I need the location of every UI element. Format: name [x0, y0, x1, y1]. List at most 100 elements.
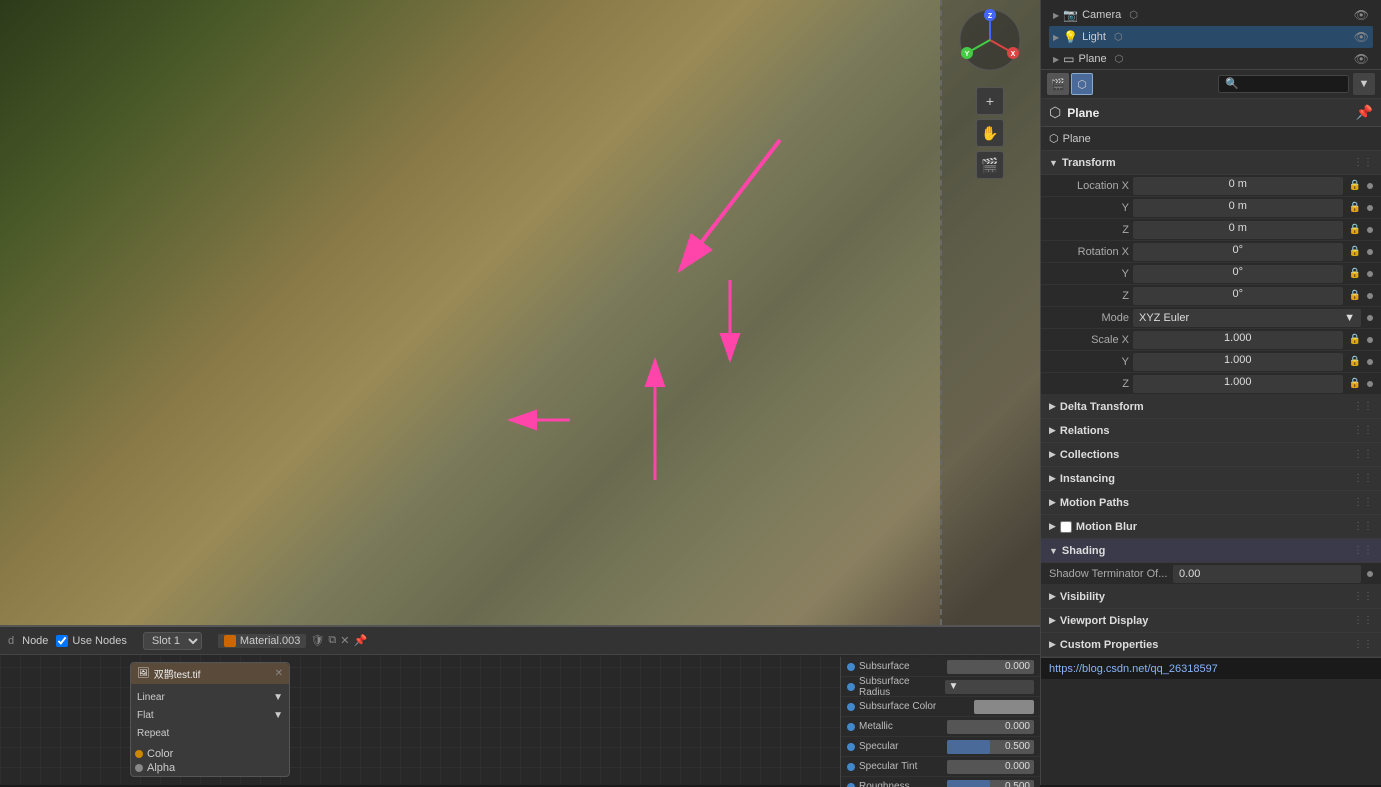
material-props-list: Subsurface0.000Subsurface Radius▼Subsurf… — [841, 657, 1040, 787]
properties-search[interactable] — [1218, 75, 1349, 93]
instancing-menu[interactable]: ⋮⋮ — [1353, 473, 1373, 484]
material-selector[interactable]: Material.003 — [218, 634, 307, 648]
transform-section-header[interactable]: ▼ Transform ⋮⋮ — [1041, 151, 1381, 175]
use-nodes-checkbox[interactable] — [56, 635, 68, 647]
location-x-lock[interactable]: 🔒 — [1349, 180, 1361, 191]
location-x-value[interactable]: 0 m — [1133, 177, 1343, 195]
tree-item-plane[interactable]: ▶ ▭ Plane ⬡ 👁 — [1049, 48, 1373, 70]
motion-blur-section[interactable]: ▶ Motion Blur ⋮⋮ — [1041, 515, 1381, 539]
properties-expand-icon[interactable]: ▼ — [1353, 73, 1375, 95]
scale-z-value[interactable]: 1.000 — [1133, 375, 1343, 393]
scale-y-value[interactable]: 1.000 — [1133, 353, 1343, 371]
mat-prop-bar-6[interactable]: 0.500 — [947, 780, 1035, 787]
props-render-icon[interactable]: 🎬 — [1047, 73, 1069, 95]
collections-section[interactable]: ▶ Collections ⋮⋮ — [1041, 443, 1381, 467]
camera-visibility-icon[interactable]: 👁 — [1354, 8, 1369, 22]
motion-paths-section[interactable]: ▶ Motion Paths ⋮⋮ — [1041, 491, 1381, 515]
viewport-display-section[interactable]: ▶ Viewport Display ⋮⋮ — [1041, 609, 1381, 633]
mat-prop-dropdown-1[interactable]: ▼ — [945, 680, 1035, 694]
scale-x-dot[interactable] — [1367, 337, 1373, 343]
mat-prop-bar-3[interactable]: 0.000 — [947, 720, 1035, 734]
slot-dropdown[interactable]: Slot 1 — [143, 632, 202, 650]
camera-view-button[interactable]: 🎬 — [976, 151, 1004, 179]
location-x-dot[interactable] — [1367, 183, 1373, 189]
texture-node-title: 双鹊test.tif — [154, 666, 201, 681]
rotation-mode-dropdown[interactable]: XYZ Euler ▼ — [1133, 309, 1361, 327]
instancing-section[interactable]: ▶ Instancing ⋮⋮ — [1041, 467, 1381, 491]
shading-menu[interactable]: ⋮⋮ — [1353, 545, 1373, 556]
add-view-button[interactable]: + — [976, 87, 1004, 115]
hand-tool-button[interactable]: ✋ — [976, 119, 1004, 147]
pin-material-icon[interactable]: 📌 — [353, 634, 367, 647]
location-y-dot[interactable] — [1367, 205, 1373, 211]
viewport-display-menu[interactable]: ⋮⋮ — [1353, 615, 1373, 626]
mat-prop-bar-4[interactable]: 0.500 — [947, 740, 1035, 754]
rotation-x-value[interactable]: 0° — [1133, 243, 1343, 261]
rotation-mode-dot[interactable] — [1367, 315, 1373, 321]
texture-node-close[interactable]: ✕ — [275, 668, 283, 679]
location-z-dot[interactable] — [1367, 227, 1373, 233]
texture-interp-arrow[interactable]: ▼ — [273, 692, 283, 703]
relations-menu[interactable]: ⋮⋮ — [1353, 425, 1373, 436]
use-nodes-toggle[interactable]: Use Nodes — [56, 635, 126, 647]
relations-section[interactable]: ▶ Relations ⋮⋮ — [1041, 419, 1381, 443]
motion-blur-checkbox[interactable] — [1060, 521, 1072, 533]
shading-section[interactable]: ▼ Shading ⋮⋮ — [1041, 539, 1381, 563]
tree-item-camera[interactable]: ▶ 📷 Camera ⬡ 👁 — [1049, 4, 1373, 26]
delta-transform-section[interactable]: ▶ Delta Transform ⋮⋮ — [1041, 395, 1381, 419]
rotation-y-value[interactable]: 0° — [1133, 265, 1343, 283]
motion-blur-menu[interactable]: ⋮⋮ — [1353, 521, 1373, 532]
instancing-chevron: ▶ — [1049, 473, 1056, 484]
location-y-lock[interactable]: 🔒 — [1349, 202, 1361, 213]
svg-text:X: X — [1011, 51, 1016, 58]
tree-item-light[interactable]: ▶ 💡 Light ⬡ 👁 — [1049, 26, 1373, 48]
right-panel: ▶ 📷 Camera ⬡ 👁 ▶ 💡 Light ⬡ 👁 ▶ — [1040, 0, 1381, 785]
rotation-z-lock[interactable]: 🔒 — [1349, 290, 1361, 301]
rotation-y-dot[interactable] — [1367, 271, 1373, 277]
rotation-z-value[interactable]: 0° — [1133, 287, 1343, 305]
texture-proj-arrow[interactable]: ▼ — [273, 710, 283, 721]
mat-prop-bar-5[interactable]: 0.000 — [947, 760, 1035, 774]
custom-properties-section[interactable]: ▶ Custom Properties ⋮⋮ — [1041, 633, 1381, 657]
motion-paths-menu[interactable]: ⋮⋮ — [1353, 497, 1373, 508]
scale-z-lock[interactable]: 🔒 — [1349, 378, 1361, 389]
delta-transform-menu[interactable]: ⋮⋮ — [1353, 401, 1373, 412]
plane-visibility-icon[interactable]: 👁 — [1354, 52, 1369, 66]
scale-x-lock[interactable]: 🔒 — [1349, 334, 1361, 345]
rotation-y-lock[interactable]: 🔒 — [1349, 268, 1361, 279]
close-material-icon[interactable]: ✕ — [340, 634, 349, 647]
scale-y-lock[interactable]: 🔒 — [1349, 356, 1361, 367]
alpha-socket[interactable] — [135, 764, 143, 772]
rotation-x-dot[interactable] — [1367, 249, 1373, 255]
scale-z-dot[interactable] — [1367, 381, 1373, 387]
mat-color-swatch-2[interactable] — [974, 700, 1034, 714]
pin-button[interactable]: 📌 — [1356, 104, 1373, 121]
transform-menu[interactable]: ⋮⋮ — [1353, 157, 1373, 168]
custom-properties-menu[interactable]: ⋮⋮ — [1353, 639, 1373, 650]
collections-title: Collections — [1060, 449, 1119, 461]
shadow-terminator-value[interactable]: 0.00 — [1173, 565, 1361, 583]
shadow-terminator-dot[interactable] — [1367, 571, 1373, 577]
scale-x-value[interactable]: 1.000 — [1133, 331, 1343, 349]
viewport[interactable]: Z X Y + ✋ 🎬 — [0, 0, 1040, 625]
rotation-z-dot[interactable] — [1367, 293, 1373, 299]
visibility-section[interactable]: ▶ Visibility ⋮⋮ — [1041, 585, 1381, 609]
navigation-gizmo[interactable]: Z X Y — [955, 5, 1025, 75]
collections-menu[interactable]: ⋮⋮ — [1353, 449, 1373, 460]
light-icon2: ⬡ — [1114, 32, 1123, 43]
mat-prop-socket-1 — [847, 683, 855, 691]
shield-icon[interactable]: 🛡 — [310, 634, 324, 647]
props-object-icon[interactable]: ⬡ — [1071, 73, 1093, 95]
texture-interp-row: Linear ▼ — [135, 688, 285, 706]
visibility-menu[interactable]: ⋮⋮ — [1353, 591, 1373, 602]
scale-y-dot[interactable] — [1367, 359, 1373, 365]
visibility-chevron: ▶ — [1049, 591, 1056, 602]
location-y-value[interactable]: 0 m — [1133, 199, 1343, 217]
light-visibility-icon[interactable]: 👁 — [1354, 30, 1369, 44]
rotation-x-lock[interactable]: 🔒 — [1349, 246, 1361, 257]
location-z-lock[interactable]: 🔒 — [1349, 224, 1361, 235]
copy-icon[interactable]: ⧉ — [328, 634, 336, 647]
mat-prop-bar-0[interactable]: 0.000 — [947, 660, 1035, 674]
color-socket[interactable] — [135, 750, 143, 758]
location-z-value[interactable]: 0 m — [1133, 221, 1343, 239]
